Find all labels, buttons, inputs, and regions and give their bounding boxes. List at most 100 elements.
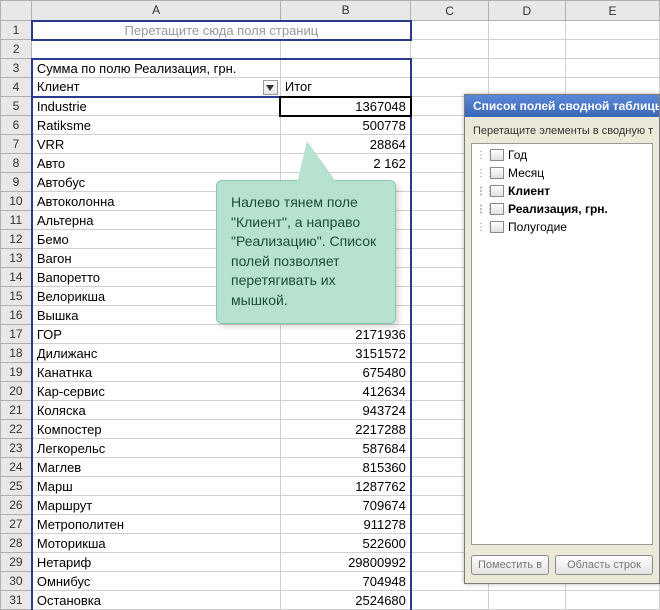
value-cell[interactable]: 522600: [280, 534, 411, 553]
panel-subtitle: Перетащите элементы в сводную т: [465, 117, 659, 141]
value-cell[interactable]: 2171936: [280, 325, 411, 344]
row-header[interactable]: 7: [1, 135, 32, 154]
client-cell[interactable]: Компостер: [32, 420, 281, 439]
row-header[interactable]: 2: [1, 40, 32, 59]
row-header[interactable]: 5: [1, 97, 32, 116]
row-header[interactable]: 22: [1, 420, 32, 439]
row-header[interactable]: 13: [1, 249, 32, 268]
row-header[interactable]: 3: [1, 59, 32, 78]
row-header[interactable]: 28: [1, 534, 32, 553]
value-cell[interactable]: 704948: [280, 572, 411, 591]
client-cell[interactable]: ГОР: [32, 325, 281, 344]
col-header-C[interactable]: C: [411, 1, 488, 21]
row-header[interactable]: 4: [1, 78, 32, 97]
pivot-measure-label[interactable]: Сумма по полю Реализация, грн.: [32, 59, 281, 78]
page-field-drop-area[interactable]: Перетащите сюда поля страниц: [32, 21, 411, 40]
row-header[interactable]: 24: [1, 458, 32, 477]
client-cell[interactable]: Метрополитен: [32, 515, 281, 534]
field-label: Реализация, грн.: [508, 202, 608, 216]
client-cell[interactable]: Авто: [32, 154, 281, 173]
field-item[interactable]: ⋮⋮ Клиент: [474, 182, 650, 200]
drag-handle-icon[interactable]: ⋮⋮: [476, 186, 486, 197]
value-cell[interactable]: 911278: [280, 515, 411, 534]
value-cell[interactable]: 709674: [280, 496, 411, 515]
row-header[interactable]: 12: [1, 230, 32, 249]
client-cell[interactable]: Industrie: [32, 97, 281, 116]
row-header[interactable]: 31: [1, 591, 32, 610]
client-cell[interactable]: Маршрут: [32, 496, 281, 515]
col-header-D[interactable]: D: [488, 1, 565, 21]
row-header[interactable]: 11: [1, 211, 32, 230]
col-header-A[interactable]: A: [32, 1, 281, 21]
row-header[interactable]: 9: [1, 173, 32, 192]
col-header-E[interactable]: E: [565, 1, 659, 21]
value-cell[interactable]: 500778: [280, 116, 411, 135]
row-header[interactable]: 20: [1, 382, 32, 401]
field-item[interactable]: ⋮⋮ Реализация, грн.: [474, 200, 650, 218]
place-in-button[interactable]: Поместить в: [471, 555, 549, 575]
row-header[interactable]: 15: [1, 287, 32, 306]
row-header[interactable]: 21: [1, 401, 32, 420]
field-item[interactable]: ⋮⋮ Месяц: [474, 164, 650, 182]
row-header[interactable]: 14: [1, 268, 32, 287]
corner-cell[interactable]: [1, 1, 32, 21]
value-cell[interactable]: 675480: [280, 363, 411, 382]
client-cell[interactable]: Кар-сервис: [32, 382, 281, 401]
field-item[interactable]: ⋮⋮Полугодие: [474, 218, 650, 236]
area-select[interactable]: Область строк: [555, 555, 653, 575]
col-header-B[interactable]: B: [280, 1, 411, 21]
client-header-label: Клиент: [37, 79, 80, 94]
value-cell[interactable]: 815360: [280, 458, 411, 477]
drag-handle-icon[interactable]: ⋮⋮: [476, 168, 486, 179]
row-header[interactable]: 17: [1, 325, 32, 344]
total-header-cell[interactable]: Итог: [280, 78, 411, 97]
field-icon: [490, 167, 504, 179]
value-cell[interactable]: 3151572: [280, 344, 411, 363]
client-cell[interactable]: Коляска: [32, 401, 281, 420]
row-header[interactable]: 27: [1, 515, 32, 534]
client-cell[interactable]: Марш: [32, 477, 281, 496]
drag-handle-icon[interactable]: ⋮⋮: [476, 204, 486, 215]
field-icon: [490, 203, 504, 215]
client-cell[interactable]: Моторикша: [32, 534, 281, 553]
field-icon: [490, 221, 504, 233]
field-label: Месяц: [508, 166, 544, 180]
row-header[interactable]: 1: [1, 21, 32, 40]
row-header[interactable]: 6: [1, 116, 32, 135]
value-cell[interactable]: 2217288: [280, 420, 411, 439]
field-list[interactable]: ⋮⋮Год⋮⋮Месяц⋮⋮Клиент⋮⋮Реализация, грн.⋮⋮…: [471, 143, 653, 545]
row-header[interactable]: 30: [1, 572, 32, 591]
client-header-cell[interactable]: Клиент: [32, 78, 281, 97]
value-cell[interactable]: 943724: [280, 401, 411, 420]
row-header[interactable]: 8: [1, 154, 32, 173]
value-cell[interactable]: 1367048: [280, 97, 411, 116]
client-cell[interactable]: Нетариф: [32, 553, 281, 572]
value-cell[interactable]: 587684: [280, 439, 411, 458]
client-cell[interactable]: Ratiksme: [32, 116, 281, 135]
field-item[interactable]: ⋮⋮Год: [474, 146, 650, 164]
row-header[interactable]: 16: [1, 306, 32, 325]
row-header[interactable]: 23: [1, 439, 32, 458]
row-header[interactable]: 25: [1, 477, 32, 496]
row-header[interactable]: 18: [1, 344, 32, 363]
row-header[interactable]: 29: [1, 553, 32, 572]
value-cell[interactable]: 2524680: [280, 591, 411, 610]
client-cell[interactable]: Омнибус: [32, 572, 281, 591]
drag-handle-icon[interactable]: ⋮⋮: [476, 150, 486, 161]
pivot-field-list-panel[interactable]: Список полей сводной таблицы Перетащите …: [464, 94, 660, 584]
client-cell[interactable]: Маглев: [32, 458, 281, 477]
row-header[interactable]: 10: [1, 192, 32, 211]
client-cell[interactable]: Канатнка: [32, 363, 281, 382]
client-cell[interactable]: Остановка: [32, 591, 281, 610]
value-cell[interactable]: 1287762: [280, 477, 411, 496]
row-header[interactable]: 19: [1, 363, 32, 382]
drag-handle-icon[interactable]: ⋮⋮: [476, 222, 486, 233]
client-cell[interactable]: VRR: [32, 135, 281, 154]
field-label: Клиент: [508, 184, 550, 198]
row-header[interactable]: 26: [1, 496, 32, 515]
client-cell[interactable]: Легкорельс: [32, 439, 281, 458]
client-cell[interactable]: Дилижанс: [32, 344, 281, 363]
value-cell[interactable]: 29800992: [280, 553, 411, 572]
value-cell[interactable]: 412634: [280, 382, 411, 401]
dropdown-icon[interactable]: [263, 80, 278, 95]
